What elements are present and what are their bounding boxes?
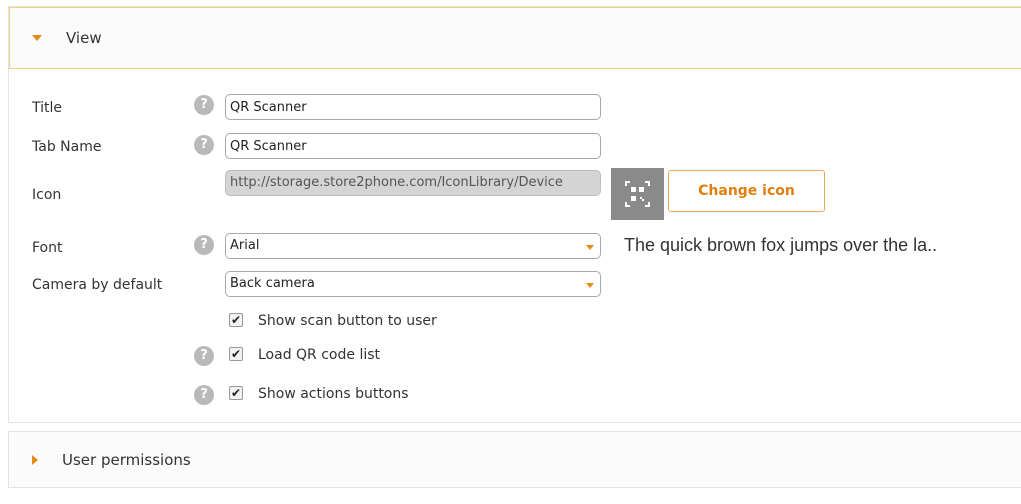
icon-preview — [611, 168, 664, 220]
view-panel-header[interactable]: View — [9, 7, 1021, 69]
show-scan-button-checkbox[interactable]: ✔ — [229, 313, 243, 327]
title-input[interactable] — [225, 94, 601, 120]
load-qr-list-checkbox[interactable]: ✔ — [229, 347, 243, 361]
tab-name-input[interactable] — [225, 133, 601, 159]
font-preview-text: The quick brown fox jumps over the la.. — [624, 235, 938, 255]
font-select[interactable]: Arial — [225, 233, 601, 259]
help-icon[interactable]: ? — [194, 95, 214, 115]
help-icon[interactable]: ? — [194, 346, 214, 366]
view-panel-title: View — [66, 29, 102, 47]
caret-right-icon — [32, 454, 38, 465]
change-icon-button[interactable]: Change icon — [668, 170, 825, 212]
camera-select[interactable]: Back camera — [225, 271, 601, 297]
user-permissions-header[interactable]: User permissions — [9, 432, 1021, 487]
show-actions-buttons-label: Show actions buttons — [258, 386, 409, 402]
dropdown-arrow-icon — [586, 283, 594, 288]
icon-url-field: http://storage.store2phone.com/IconLibra… — [225, 170, 601, 196]
help-icon[interactable]: ? — [194, 135, 214, 155]
tab-name-label: Tab Name — [32, 139, 102, 155]
qr-scan-icon — [625, 181, 650, 207]
camera-label: Camera by default — [32, 277, 163, 293]
caret-down-icon — [32, 35, 42, 41]
show-actions-buttons-checkbox[interactable]: ✔ — [229, 386, 243, 400]
load-qr-list-label: Load QR code list — [258, 347, 381, 363]
show-scan-button-label: Show scan button to user — [258, 313, 437, 329]
help-icon[interactable]: ? — [194, 235, 214, 255]
font-label: Font — [32, 240, 63, 256]
camera-select-value: Back camera — [230, 276, 315, 291]
user-permissions-title: User permissions — [62, 450, 191, 469]
icon-label: Icon — [32, 187, 62, 203]
view-panel: View — [8, 6, 1021, 423]
user-permissions-panel: User permissions — [8, 431, 1021, 488]
font-select-value: Arial — [230, 238, 260, 253]
dropdown-arrow-icon — [586, 245, 594, 250]
title-label: Title — [32, 100, 63, 116]
help-icon[interactable]: ? — [194, 385, 214, 405]
